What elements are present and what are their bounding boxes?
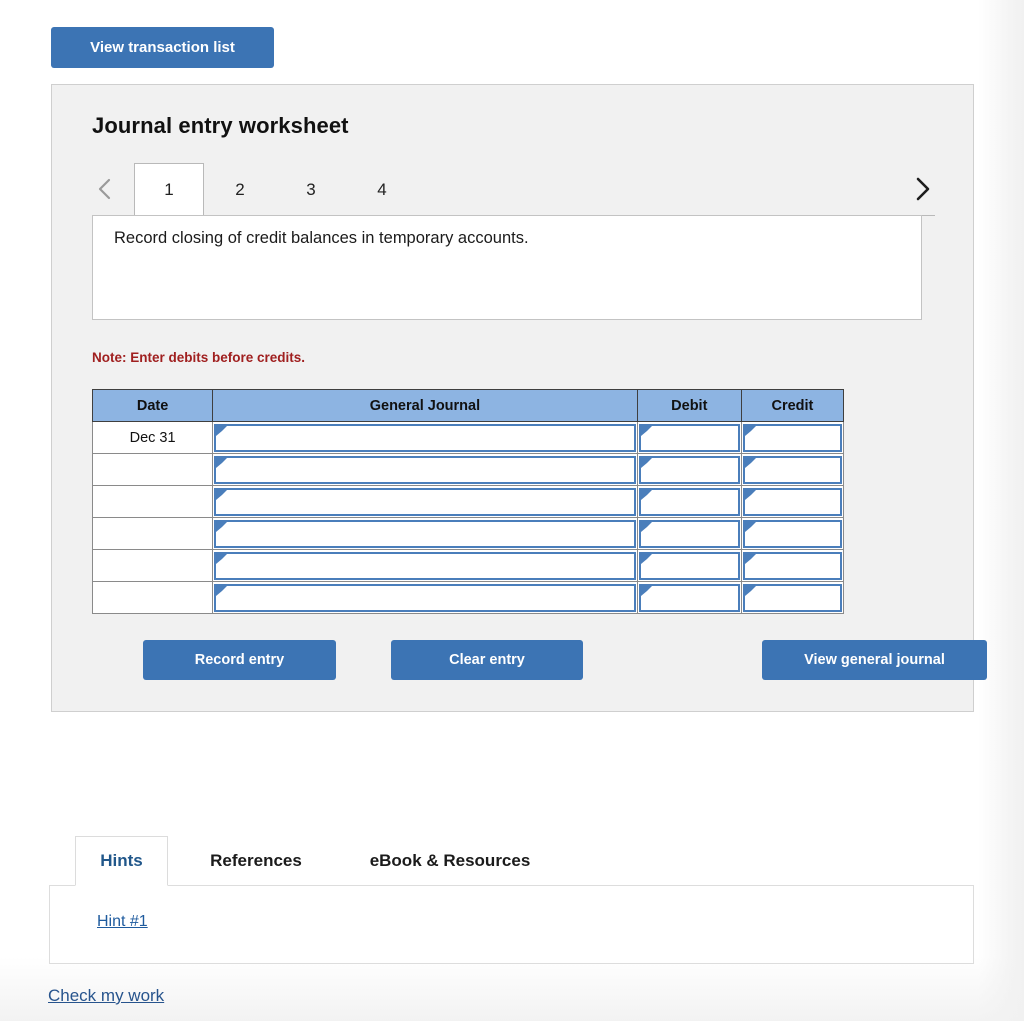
cell-debit-5[interactable]: [636, 549, 742, 582]
credit-amount-input-4[interactable]: [742, 519, 842, 548]
dropdown-triangle-icon: [744, 425, 756, 436]
cell-date-6[interactable]: [91, 581, 214, 614]
chevron-right-icon[interactable]: [909, 173, 935, 205]
dropdown-triangle-icon: [640, 585, 652, 596]
cell-credit-4[interactable]: [740, 517, 845, 550]
dropdown-triangle-icon: [216, 489, 228, 500]
debit-amount-input-1[interactable]: [638, 423, 740, 452]
dropdown-triangle-icon: [640, 489, 652, 500]
tab-hints[interactable]: Hints: [75, 836, 168, 886]
cell-general-journal-4[interactable]: [212, 517, 638, 550]
credit-amount-input-3[interactable]: [742, 487, 842, 516]
account-select-input-2[interactable]: [214, 455, 636, 484]
tab-ebook-and-resources[interactable]: eBook & Resources: [340, 836, 560, 886]
transaction-description-box: Record closing of credit balances in tem…: [92, 215, 922, 320]
hints-panel: Hint #1: [49, 885, 974, 964]
cell-date-5[interactable]: [91, 549, 214, 582]
credit-amount-input-5[interactable]: [742, 551, 842, 580]
column-header-debit: Debit: [636, 389, 742, 422]
table-header-row: Date General Journal Debit Credit: [91, 389, 845, 422]
table-row: [91, 581, 845, 614]
worksheet-tab-1[interactable]: 1: [134, 163, 204, 216]
cell-debit-6[interactable]: [636, 581, 742, 614]
debit-amount-input-2[interactable]: [638, 455, 740, 484]
record-entry-button[interactable]: Record entry: [143, 640, 336, 680]
table-row: [91, 485, 845, 518]
account-select-input-6[interactable]: [214, 583, 636, 612]
table-row: [91, 453, 845, 486]
debit-amount-input-4[interactable]: [638, 519, 740, 548]
dropdown-triangle-icon: [744, 585, 756, 596]
column-header-credit: Credit: [740, 389, 845, 422]
check-my-work-link[interactable]: Check my work: [48, 986, 164, 1006]
view-general-journal-button[interactable]: View general journal: [762, 640, 987, 680]
page-edge-shading-right: [978, 0, 1024, 1021]
worksheet-tabstrip: 1 2 3 4: [92, 163, 935, 216]
cell-general-journal-1[interactable]: [212, 421, 638, 454]
cell-date-3[interactable]: [91, 485, 214, 518]
chevron-left-icon[interactable]: [92, 173, 118, 205]
dropdown-triangle-icon: [216, 457, 228, 468]
column-header-general-journal: General Journal: [212, 389, 638, 422]
table-row: Dec 31: [91, 421, 845, 454]
page-title: Journal entry worksheet: [92, 113, 349, 138]
account-select-input-5[interactable]: [214, 551, 636, 580]
worksheet-tab-4[interactable]: 4: [347, 163, 417, 216]
cell-date-2[interactable]: [91, 453, 214, 486]
cell-date-1[interactable]: Dec 31: [91, 421, 214, 454]
column-header-date: Date: [91, 389, 214, 422]
dropdown-triangle-icon: [744, 521, 756, 532]
dropdown-triangle-icon: [744, 553, 756, 564]
cell-credit-6[interactable]: [740, 581, 845, 614]
cell-debit-2[interactable]: [636, 453, 742, 486]
debit-amount-input-6[interactable]: [638, 583, 740, 612]
dropdown-triangle-icon: [216, 425, 228, 436]
clear-entry-button[interactable]: Clear entry: [391, 640, 583, 680]
credit-amount-input-6[interactable]: [742, 583, 842, 612]
dropdown-triangle-icon: [640, 553, 652, 564]
credit-amount-input-2[interactable]: [742, 455, 842, 484]
cell-credit-2[interactable]: [740, 453, 845, 486]
cell-general-journal-3[interactable]: [212, 485, 638, 518]
resources-tablist: Hints References eBook & Resources: [75, 836, 974, 886]
worksheet-tab-2[interactable]: 2: [205, 163, 275, 216]
worksheet-tab-3[interactable]: 3: [276, 163, 346, 216]
dropdown-triangle-icon: [640, 521, 652, 532]
dropdown-triangle-icon: [216, 553, 228, 564]
dropdown-triangle-icon: [744, 489, 756, 500]
account-select-input-1[interactable]: [214, 423, 636, 452]
journal-entry-table: Date General Journal Debit Credit Dec 31: [91, 389, 845, 614]
cell-debit-3[interactable]: [636, 485, 742, 518]
dropdown-triangle-icon: [216, 585, 228, 596]
cell-debit-4[interactable]: [636, 517, 742, 550]
table-row: [91, 549, 845, 582]
debit-amount-input-3[interactable]: [638, 487, 740, 516]
credit-amount-input-1[interactable]: [742, 423, 842, 452]
debit-amount-input-5[interactable]: [638, 551, 740, 580]
debits-before-credits-note: Note: Enter debits before credits.: [92, 350, 306, 365]
account-select-input-4[interactable]: [214, 519, 636, 548]
cell-general-journal-6[interactable]: [212, 581, 638, 614]
journal-entry-worksheet-panel: Journal entry worksheet 1 2 3 4 Record c…: [51, 84, 987, 712]
cell-debit-1[interactable]: [636, 421, 742, 454]
dropdown-triangle-icon: [640, 425, 652, 436]
dropdown-triangle-icon: [640, 457, 652, 468]
cell-general-journal-5[interactable]: [212, 549, 638, 582]
cell-general-journal-2[interactable]: [212, 453, 638, 486]
account-select-input-3[interactable]: [214, 487, 636, 516]
cell-date-4[interactable]: [91, 517, 214, 550]
hint-1-link[interactable]: Hint #1: [97, 913, 148, 931]
cell-credit-1[interactable]: [740, 421, 845, 454]
cell-credit-3[interactable]: [740, 485, 845, 518]
transaction-description-text: Record closing of credit balances in tem…: [114, 229, 529, 247]
cell-credit-5[interactable]: [740, 549, 845, 582]
view-transaction-list-button[interactable]: View transaction list: [51, 27, 274, 68]
tab-references[interactable]: References: [178, 836, 334, 886]
table-row: [91, 517, 845, 550]
dropdown-triangle-icon: [744, 457, 756, 468]
dropdown-triangle-icon: [216, 521, 228, 532]
